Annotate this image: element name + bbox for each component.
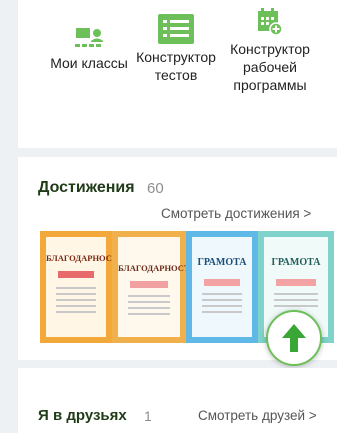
classes-icon bbox=[73, 24, 105, 50]
arrow-up-icon bbox=[282, 324, 306, 352]
friends-title: Я в друзьях bbox=[38, 407, 127, 424]
program-builder-tool[interactable]: Конструктор рабочей программы bbox=[222, 8, 318, 94]
certificate-heading: ГРАМОТА bbox=[197, 257, 247, 268]
certificate-text bbox=[274, 293, 318, 311]
tests-builder-label: Конструктор тестов bbox=[136, 49, 216, 83]
my-classes-tool[interactable]: Мои классы bbox=[42, 24, 136, 72]
calendar-add-icon bbox=[257, 8, 283, 36]
certificate-heading: ГРАМОТА bbox=[271, 257, 321, 268]
certificate-thumbnail[interactable]: ГРАМОТА bbox=[186, 231, 258, 343]
certificate-thumbnail[interactable]: БЛАГОДАРНОСТЬ bbox=[40, 231, 124, 343]
my-classes-label: Мои классы bbox=[50, 55, 128, 71]
achievements-count: 60 bbox=[147, 180, 164, 197]
view-achievements-link[interactable]: Смотреть достижения > bbox=[161, 206, 311, 221]
certificate-text bbox=[202, 293, 242, 317]
friends-count: 1 bbox=[144, 408, 152, 424]
certificate-name bbox=[58, 271, 94, 278]
certificate-text bbox=[128, 295, 170, 319]
list-icon bbox=[158, 14, 194, 44]
tests-builder-tool[interactable]: Конструктор тестов bbox=[136, 14, 216, 84]
tools-card: Мои классы Конструктор тестов Конструкто… bbox=[18, 0, 337, 148]
program-builder-label: Конструктор рабочей программы bbox=[230, 41, 310, 93]
scroll-to-top-button[interactable] bbox=[266, 310, 322, 366]
certificate-text bbox=[56, 287, 96, 317]
left-strip bbox=[0, 0, 18, 433]
view-friends-link[interactable]: Смотреть друзей > bbox=[198, 408, 317, 423]
certificate-name bbox=[204, 279, 240, 286]
certificate-heading: БЛАГОДАРНОСТЬ bbox=[118, 263, 196, 273]
achievements-title: Достижения bbox=[38, 179, 135, 196]
certificate-heading: БЛАГОДАРНОСТЬ bbox=[46, 253, 124, 263]
friends-card: Я в друзьях 1 Смотреть друзей > bbox=[18, 368, 337, 433]
certificate-name bbox=[276, 279, 316, 286]
certificate-thumbnail[interactable]: БЛАГОДАРНОСТЬ bbox=[112, 231, 196, 343]
certificate-name bbox=[130, 281, 168, 288]
